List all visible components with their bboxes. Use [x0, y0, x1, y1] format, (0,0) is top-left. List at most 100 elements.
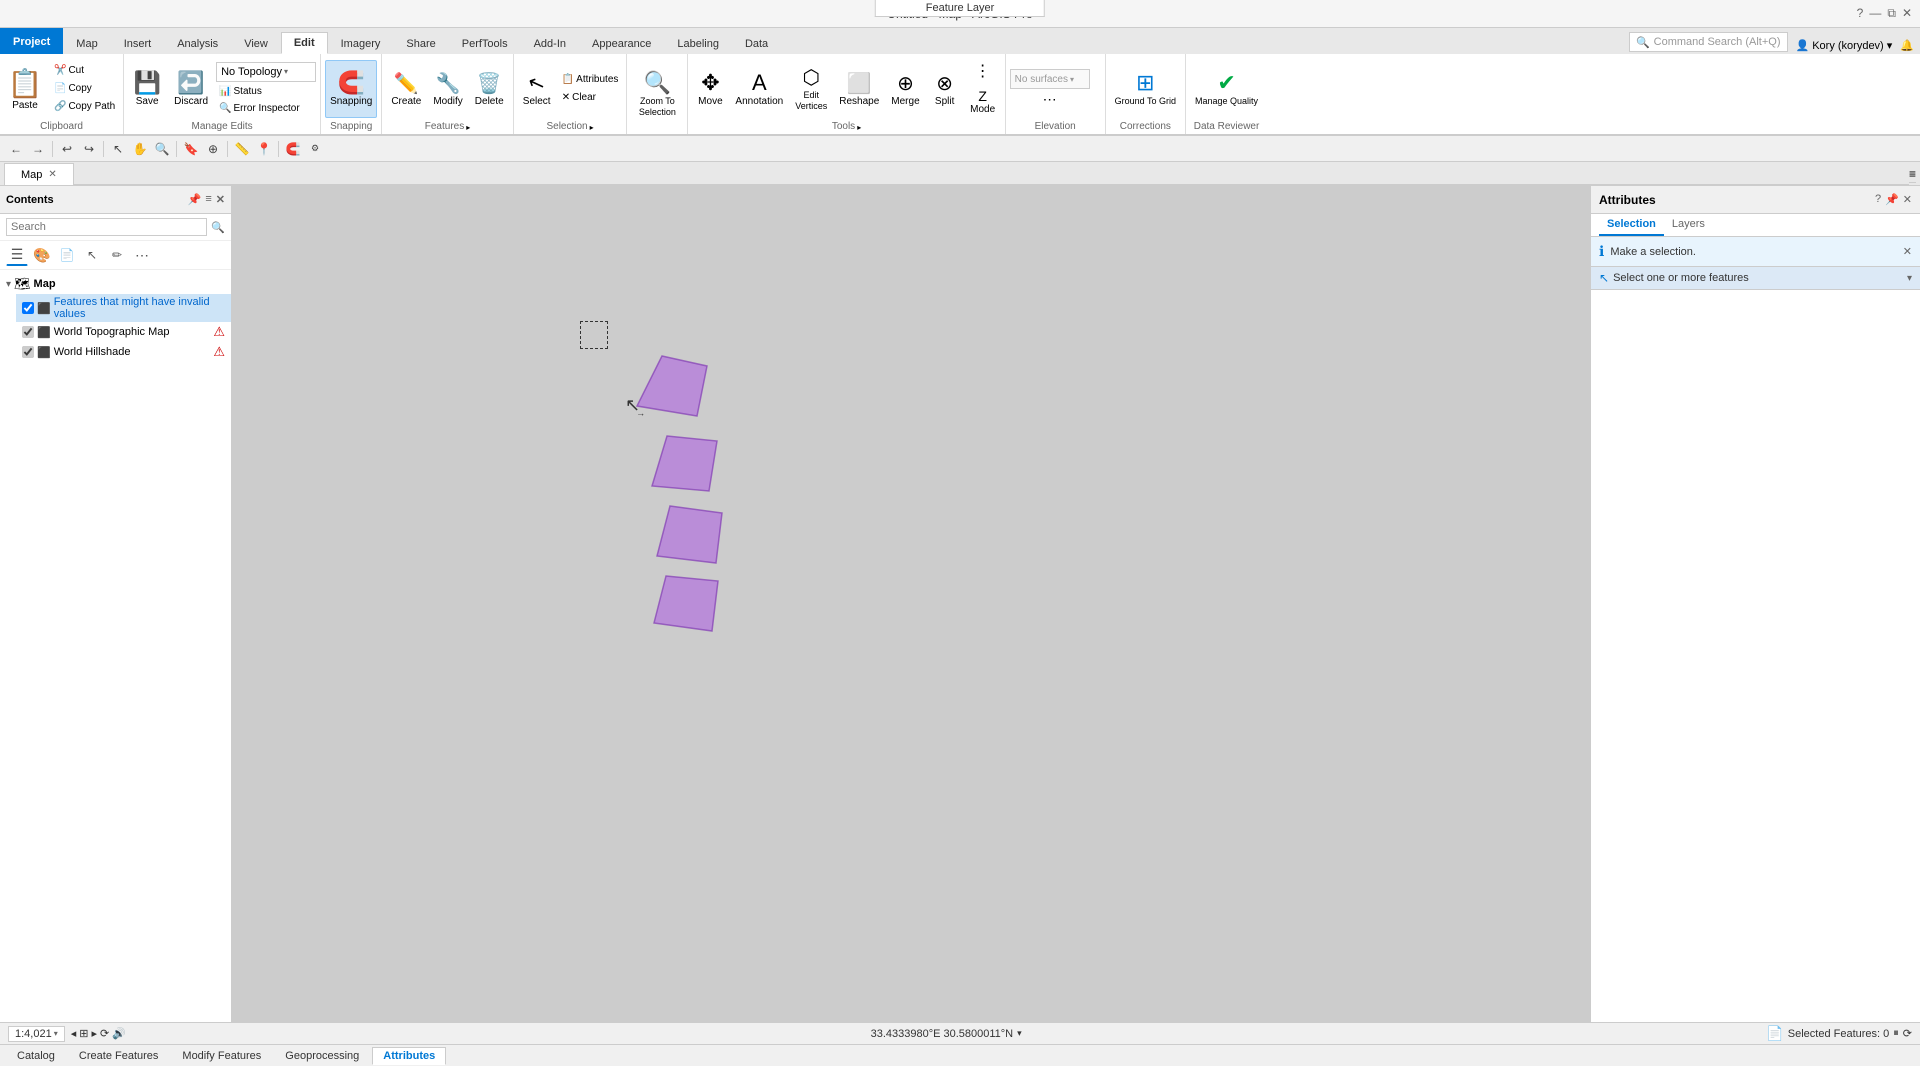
- ct-select-btn[interactable]: ↖: [81, 244, 103, 266]
- close-icon[interactable]: ✕: [1902, 6, 1912, 21]
- attr-help-icon[interactable]: ?: [1875, 193, 1881, 206]
- pause-icon[interactable]: ⏸: [1893, 1027, 1899, 1040]
- back-button[interactable]: ←: [6, 139, 26, 159]
- search-btn-icon[interactable]: 🔍: [211, 221, 225, 234]
- nav-rotate-icon[interactable]: ⟳: [100, 1027, 109, 1040]
- info-close-icon[interactable]: ✕: [1903, 245, 1912, 258]
- status-button[interactable]: 📊 Status: [216, 84, 316, 99]
- user-profile[interactable]: 👤 Kory (korydev) ▾: [1796, 39, 1893, 52]
- map-nav-controls[interactable]: ◂ ⊞ ▸ ⟳ 🔊: [71, 1027, 126, 1040]
- mode-button[interactable]: Z Mode: [965, 85, 1001, 118]
- tab-view[interactable]: View: [231, 32, 281, 54]
- modify-button[interactable]: 🔧 Modify: [428, 60, 467, 118]
- manage-quality-button[interactable]: ✔ Manage Quality: [1190, 60, 1263, 118]
- selected-features-area[interactable]: 📄 Selected Features: 0 ⏸ ⟳: [1766, 1025, 1912, 1042]
- reshape-button[interactable]: ⬜ Reshape: [834, 60, 884, 118]
- nav-grid-icon[interactable]: ⊞: [79, 1027, 88, 1040]
- annotation-button[interactable]: A Annotation: [730, 60, 788, 118]
- explore-btn[interactable]: 📍: [254, 139, 274, 159]
- more-elevation-button[interactable]: ⋯: [1010, 91, 1090, 108]
- nav-sync-icon[interactable]: 🔊: [112, 1027, 126, 1040]
- tab-addin[interactable]: Add-In: [521, 32, 579, 54]
- paste-button[interactable]: 📋 Paste: [2, 60, 48, 118]
- scale-selector[interactable]: 1:4,021 ▾: [8, 1026, 65, 1042]
- create-button[interactable]: ✏️ Create: [386, 60, 426, 118]
- create-features-tab[interactable]: Create Features: [68, 1047, 169, 1065]
- hillshade-checkbox[interactable]: [22, 346, 34, 358]
- move-button[interactable]: ✥ Move: [692, 60, 728, 118]
- pan-tool-btn[interactable]: ✋: [130, 139, 150, 159]
- attr-expand-arrow[interactable]: ▾: [1907, 273, 1912, 284]
- edit-vertices-button[interactable]: ⬡ EditVertices: [790, 60, 832, 118]
- tab-appearance[interactable]: Appearance: [579, 32, 664, 54]
- ct-source-btn[interactable]: 📄: [56, 244, 78, 266]
- cut-button[interactable]: ✂️ Cut: [50, 62, 119, 79]
- merge-button[interactable]: ⊕ Merge: [886, 60, 924, 118]
- delete-button[interactable]: 🗑️ Delete: [470, 60, 509, 118]
- goto-xy-btn[interactable]: ⊕: [203, 139, 223, 159]
- coordinate-dropdown[interactable]: ▾: [1017, 1028, 1022, 1039]
- map-area[interactable]: ↖→: [232, 186, 1590, 1022]
- minimize-icon[interactable]: —: [1869, 6, 1881, 21]
- tab-layers[interactable]: Layers: [1664, 214, 1713, 236]
- topology-dropdown[interactable]: No Topology ▾: [216, 62, 316, 82]
- topo-checkbox[interactable]: [22, 326, 34, 338]
- map-tab[interactable]: Map ✕: [4, 163, 74, 185]
- tab-imagery[interactable]: Imagery: [328, 32, 394, 54]
- contents-close-icon[interactable]: ✕: [216, 193, 225, 206]
- layer-checkbox[interactable]: [22, 302, 34, 314]
- search-input[interactable]: [6, 218, 207, 236]
- selection-expand-icon[interactable]: ▸: [590, 123, 594, 132]
- tree-item-topo[interactable]: ⬛ World Topographic Map ⚠: [16, 322, 231, 342]
- tab-analysis[interactable]: Analysis: [164, 32, 231, 54]
- ct-edit-btn[interactable]: ✏: [106, 244, 128, 266]
- split-button[interactable]: ⊗ Split: [927, 60, 963, 118]
- contents-menu-icon[interactable]: ≡: [205, 193, 211, 206]
- zoom-in-btn[interactable]: 🔍: [152, 139, 172, 159]
- attr-header-controls[interactable]: ? 📌 ✕: [1875, 193, 1912, 206]
- tree-item-features[interactable]: ⬛ Features that might have invalid value…: [16, 294, 231, 322]
- window-controls[interactable]: ? — ⧉ ✕: [1857, 6, 1912, 21]
- modify-features-tab[interactable]: Modify Features: [171, 1047, 272, 1065]
- more-snap-btn[interactable]: ⚙: [305, 139, 325, 159]
- more-tools-button[interactable]: ⋮: [973, 59, 993, 83]
- tab-map[interactable]: Map: [63, 32, 110, 54]
- notifications-icon[interactable]: 🔔: [1900, 39, 1914, 52]
- snap-btn[interactable]: 🧲: [283, 139, 303, 159]
- contents-controls[interactable]: 📌 ≡ ✕: [188, 193, 225, 206]
- nav-prev-icon[interactable]: ◂: [71, 1027, 77, 1040]
- tab-project[interactable]: Project: [0, 28, 63, 54]
- help-icon[interactable]: ?: [1857, 6, 1864, 21]
- zoom-selection-button[interactable]: 🔍 Zoom ToSelection: [631, 65, 683, 123]
- copy-path-button[interactable]: 🔗 Copy Path: [50, 98, 119, 115]
- refresh-icon[interactable]: ⟳: [1903, 1027, 1912, 1040]
- tab-data[interactable]: Data: [732, 32, 781, 54]
- tree-item-hillshade[interactable]: ⬛ World Hillshade ⚠: [16, 342, 231, 362]
- geoprocessing-tab[interactable]: Geoprocessing: [274, 1047, 370, 1065]
- clear-button[interactable]: ✕ Clear: [558, 89, 623, 106]
- tab-labeling[interactable]: Labeling: [664, 32, 732, 54]
- ground-to-grid-button[interactable]: ⊞ Ground To Grid: [1110, 60, 1181, 118]
- error-inspector-button[interactable]: 🔍 Error Inspector: [216, 101, 316, 116]
- ct-list-btn[interactable]: ☰: [6, 244, 28, 266]
- tab-share[interactable]: Share: [393, 32, 448, 54]
- snapping-button[interactable]: 🧲 Snapping: [325, 60, 377, 118]
- tab-edit[interactable]: Edit: [281, 32, 328, 54]
- tools-expand-icon[interactable]: ▸: [857, 123, 861, 132]
- bookmarks-btn[interactable]: 🔖: [181, 139, 201, 159]
- tab-perftools[interactable]: PerfTools: [449, 32, 521, 54]
- select-tool-btn[interactable]: ↖: [108, 139, 128, 159]
- tree-item-map[interactable]: ▾ 🗺 Map: [0, 274, 231, 294]
- catalog-tab[interactable]: Catalog: [6, 1047, 66, 1065]
- ct-drawing-btn[interactable]: 🎨: [31, 244, 53, 266]
- redo-button[interactable]: ↪: [79, 139, 99, 159]
- attributes-button[interactable]: 📋 Attributes: [558, 71, 623, 88]
- tab-insert[interactable]: Insert: [111, 32, 165, 54]
- attributes-tab[interactable]: Attributes: [372, 1047, 446, 1065]
- measure-btn[interactable]: 📏: [232, 139, 252, 159]
- discard-button[interactable]: ↩️ Discard: [169, 63, 213, 115]
- map-panel-controls[interactable]: ≡: [1909, 167, 1916, 183]
- restore-icon[interactable]: ⧉: [1887, 6, 1896, 21]
- command-search[interactable]: 🔍 Command Search (Alt+Q): [1629, 32, 1788, 52]
- ct-more-btn[interactable]: ⋯: [131, 244, 153, 266]
